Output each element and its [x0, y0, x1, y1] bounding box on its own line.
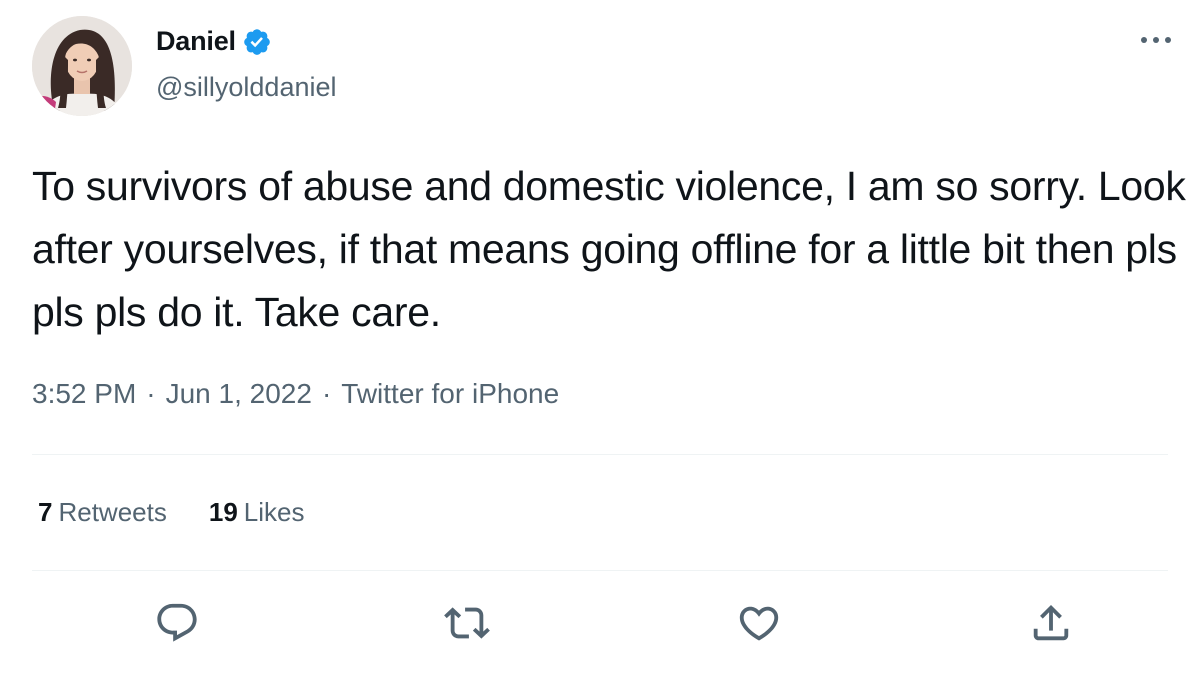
action-bar [0, 600, 1200, 650]
verified-badge-icon [242, 27, 272, 57]
likes-stat[interactable]: 19 Likes [209, 497, 305, 528]
author-handle[interactable]: @sillyolddaniel [156, 72, 337, 103]
meta-separator: · [146, 378, 156, 409]
more-icon[interactable] [1136, 30, 1176, 50]
likes-label: Likes [243, 497, 305, 527]
retweet-icon[interactable] [444, 600, 490, 646]
tweet-source[interactable]: Twitter for iPhone [341, 378, 559, 410]
reply-icon[interactable] [154, 600, 200, 646]
divider [32, 454, 1168, 455]
retweets-label: Retweets [58, 497, 167, 527]
tweet-card: Daniel @sillyolddaniel To survivors of a… [0, 0, 1200, 675]
tweet-meta: 3:52 PM · Jun 1, 2022 · Twitter for iPho… [32, 378, 559, 410]
heart-icon[interactable] [736, 600, 782, 646]
divider [32, 570, 1168, 571]
tweet-stats: 7 Retweets 19 Likes [38, 497, 304, 528]
likes-count: 19 [208, 497, 238, 527]
avatar[interactable] [32, 16, 132, 116]
retweets-count: 7 [38, 497, 53, 527]
meta-separator: · [321, 378, 332, 409]
tweet-time[interactable]: 3:52 PM [32, 378, 136, 410]
display-name[interactable]: Daniel [156, 26, 236, 57]
author-name-row: Daniel [156, 26, 272, 57]
retweets-stat[interactable]: 7 Retweets [38, 497, 167, 528]
tweet-date[interactable]: Jun 1, 2022 [166, 378, 312, 410]
tweet-text: To survivors of abuse and domestic viole… [32, 163, 1186, 335]
share-icon[interactable] [1028, 600, 1074, 646]
